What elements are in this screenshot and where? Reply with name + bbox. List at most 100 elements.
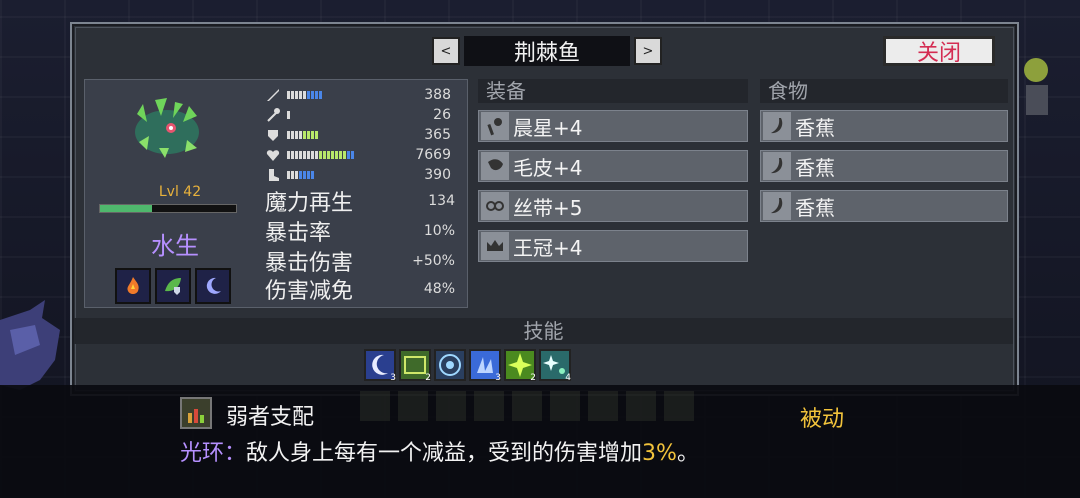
stat-panel: Lvl 42 水生 388 26 365 7669 390 魔力再生 134 暴击率 1… — [84, 79, 468, 308]
stat-pip — [303, 91, 306, 99]
stat-pip — [299, 131, 302, 139]
equipment-label: 王冠+4 — [513, 235, 583, 260]
equipment-label: 毛皮+4 — [513, 155, 583, 180]
stat-pip — [295, 171, 298, 179]
stat-pip-bar — [287, 151, 354, 159]
stat-pip — [287, 171, 290, 179]
stat-pip — [323, 151, 326, 159]
equipment-slot[interactable]: 王冠+4 — [478, 230, 748, 262]
previous-creature-button[interactable]: < — [432, 37, 460, 65]
moon-icon[interactable] — [195, 268, 231, 304]
food-slot[interactable]: 香蕉 — [760, 150, 1008, 182]
fur-icon — [481, 152, 509, 180]
blue-claw-skill-icon[interactable]: 3 — [469, 349, 501, 383]
crown-icon — [481, 232, 509, 260]
stat-pip — [307, 131, 310, 139]
stat-pip — [287, 131, 290, 139]
skills-row: 3 2 3 2 4 — [364, 349, 571, 383]
stat-pip — [287, 151, 290, 159]
equipment-slot[interactable]: 晨星+4 — [478, 110, 748, 142]
sub-stat-value: 10% — [423, 223, 455, 239]
stat-pip — [311, 151, 314, 159]
stat-pip — [319, 151, 322, 159]
skill-description-end: 。 — [676, 441, 699, 466]
stat-pip — [307, 91, 310, 99]
stat-value: 388 — [424, 87, 451, 103]
stat-pip-bar — [287, 91, 322, 99]
banana-icon — [763, 152, 791, 180]
skill-type: 被动 — [800, 407, 845, 432]
stat-pip — [347, 151, 350, 159]
stat-pip — [315, 151, 318, 159]
equipment-slot[interactable]: 毛皮+4 — [478, 150, 748, 182]
element-icon-row — [115, 268, 231, 304]
skill-stack-count: 2 — [530, 373, 536, 383]
stat-pip — [291, 91, 294, 99]
stat-pip — [295, 91, 298, 99]
stat-value: 26 — [433, 107, 451, 123]
stat-pip — [319, 91, 322, 99]
food-label: 香蕉 — [795, 155, 835, 180]
sub-stat-label: 伤害减免 — [265, 279, 354, 304]
stat-pip — [295, 151, 298, 159]
sub-stat-value: 48% — [423, 281, 455, 297]
food-label: 香蕉 — [795, 195, 835, 220]
shield-icon — [268, 130, 278, 141]
stat-pip — [303, 151, 306, 159]
stat-pip — [315, 91, 318, 99]
banana-icon — [763, 192, 791, 220]
morning-star-icon — [481, 112, 509, 140]
creature-portrait — [135, 98, 199, 158]
food-header: 食物 — [760, 79, 1008, 103]
next-creature-button[interactable]: > — [634, 37, 662, 65]
skill-stack-count: 2 — [425, 373, 431, 383]
equipment-slot[interactable]: 丝带+5 — [478, 190, 748, 222]
sword-icon — [267, 89, 279, 101]
skill-stack-count: 4 — [565, 373, 571, 383]
stat-row: 365 — [265, 126, 451, 144]
crescent-skill-icon[interactable]: 3 — [364, 349, 396, 383]
stat-pip-bar — [287, 131, 318, 139]
food-slot[interactable]: 香蕉 — [760, 110, 1008, 142]
fire-icon[interactable] — [115, 268, 151, 304]
skill-highlight-value: 3% — [642, 441, 677, 466]
food-slot[interactable]: 香蕉 — [760, 190, 1008, 222]
equipment-header: 装备 — [478, 79, 748, 103]
eye-skill-icon[interactable] — [434, 349, 466, 381]
title-bar: < 荆棘鱼 > — [432, 36, 662, 66]
stat-pip — [287, 111, 290, 119]
sub-stat-value: +50% — [412, 253, 455, 269]
sub-stat-label: 魔力再生 — [265, 191, 354, 216]
background-monster-sprite — [0, 300, 60, 390]
sub-stat-row: 魔力再生 134 — [265, 188, 455, 216]
leaf-shield-icon[interactable] — [155, 268, 191, 304]
sub-stat-value: 134 — [428, 193, 455, 209]
hidden-skill-row-shadow — [360, 385, 720, 429]
creature-name: 荆棘鱼 — [464, 36, 630, 66]
stat-pip — [327, 151, 330, 159]
stat-pip — [331, 151, 334, 159]
background-lamp-sprite — [1024, 58, 1048, 115]
stat-pip — [307, 171, 310, 179]
equipment-label: 晨星+4 — [513, 115, 583, 140]
xp-bar — [99, 204, 237, 213]
skill-keyword: 光环： — [180, 441, 247, 466]
sparkle-skill-icon[interactable]: 4 — [539, 349, 571, 383]
frame-skill-icon[interactable]: 2 — [399, 349, 431, 383]
green-burst-skill-icon[interactable]: 2 — [504, 349, 536, 383]
stat-pip — [307, 151, 310, 159]
close-button[interactable]: 关闭 — [883, 36, 995, 66]
heart-icon — [266, 150, 280, 161]
stat-pip — [303, 131, 306, 139]
stat-value: 7669 — [415, 147, 451, 163]
weak-dominance-skill-icon — [180, 397, 212, 429]
stat-pip — [295, 131, 298, 139]
stat-pip — [335, 151, 338, 159]
staff-icon — [267, 108, 280, 122]
stat-value: 390 — [424, 167, 451, 183]
skill-stack-count: 3 — [390, 373, 396, 383]
stat-pip — [291, 151, 294, 159]
stat-pip — [351, 151, 354, 159]
stat-row: 7669 — [265, 146, 451, 164]
creature-detail-window: < 荆棘鱼 > 关闭 Lvl 42 水生 388 26 365 7669 390… — [70, 22, 1019, 396]
